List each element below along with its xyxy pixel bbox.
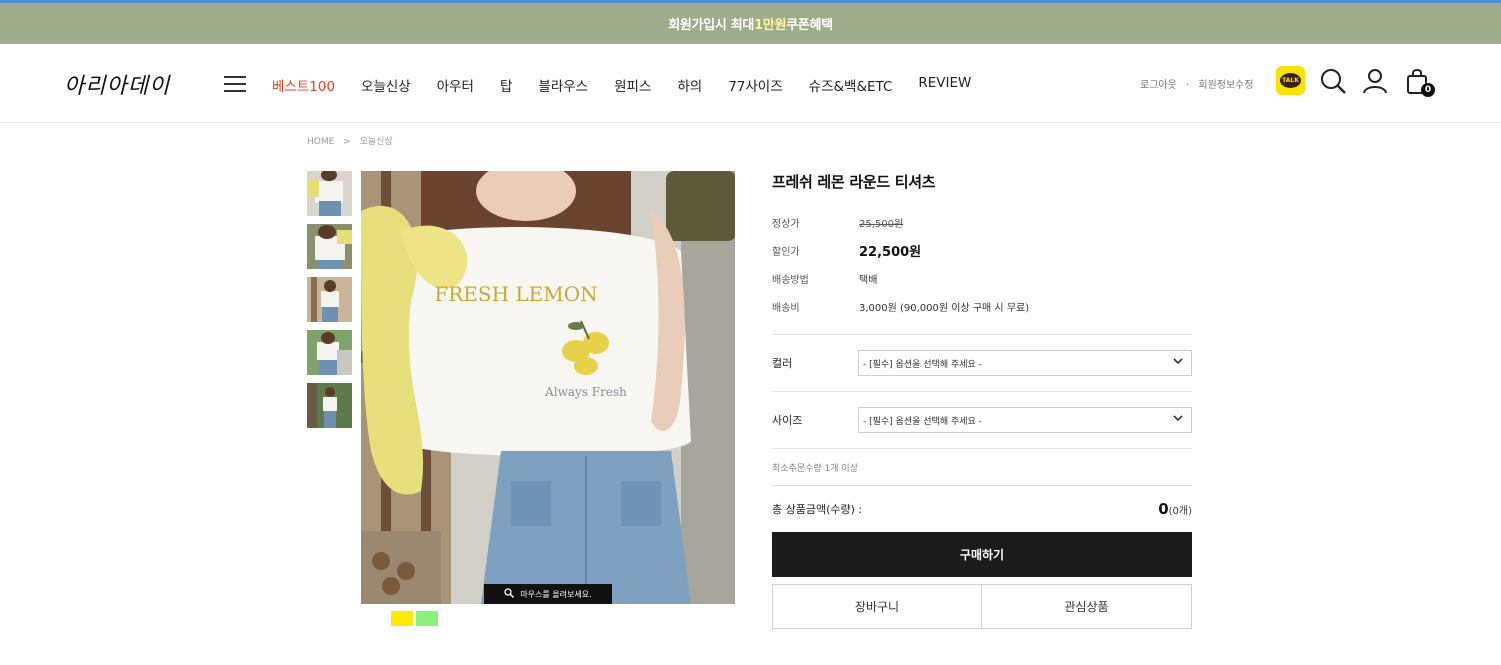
swatch-green[interactable]	[416, 611, 438, 626]
shipping-fee-label: 배송비	[772, 302, 800, 314]
sale-price-value: 22,500원	[859, 244, 922, 260]
thumbnail-1[interactable]	[307, 171, 352, 216]
thumbnail-4[interactable]	[307, 330, 352, 375]
site-header: 아리아데이 베스트100 오늘신상 아우터 탑 블라우스 원피스 하의 77사이…	[0, 44, 1501, 123]
nav-item-top[interactable]: 탑	[500, 75, 512, 95]
add-to-cart-button[interactable]: 장바구니	[772, 584, 982, 629]
total-amount: 0	[1158, 500, 1169, 518]
search-icon[interactable]	[1319, 67, 1347, 95]
regular-price-value: 25,500원	[859, 218, 904, 230]
nav-item-shoes-bag[interactable]: 슈즈&백&ETC	[809, 75, 893, 95]
breadcrumb: HOME > 오늘신상	[307, 134, 393, 147]
main-nav: 베스트100 오늘신상 아우터 탑 블라우스 원피스 하의 77사이즈 슈즈&백…	[272, 75, 997, 95]
total-label: 총 상품금액(수량) :	[772, 503, 863, 516]
shipping-fee-row: 배송비 3,000원 (90,000원 이상 구매 시 무료)	[772, 292, 1192, 320]
total-price-row: 총 상품금액(수량) : 0(0개)	[772, 486, 1192, 532]
shipping-method-row: 배송방법 택배	[772, 264, 1192, 292]
header-icons: TALK 0	[1276, 66, 1435, 97]
option-row-color: 컬러 - [필수] 옵션을 선택해 주세요 -	[772, 335, 1192, 391]
breadcrumb-current[interactable]: 오늘신상	[360, 137, 393, 147]
swatch-yellow[interactable]	[391, 611, 413, 626]
shipping-method-label: 배송방법	[772, 274, 809, 286]
util-links: 로그아웃 · 회원정보수정	[1140, 76, 1254, 91]
shirt-print-subtext: Always Fresh	[544, 385, 627, 399]
talk-label: TALK	[1280, 73, 1301, 88]
nav-item-best100[interactable]: 베스트100	[272, 75, 335, 95]
min-order-note: 최소주문수량 1개 이상	[772, 463, 858, 474]
product-photo: FRESH LEMON Always Fresh	[361, 171, 735, 604]
size-option-label: 사이즈	[772, 414, 803, 427]
banner-highlight: 1만원	[754, 18, 787, 33]
total-count: (0개)	[1168, 506, 1192, 517]
zoom-hint: 마우스를 올려보세요.	[484, 584, 612, 604]
nav-item-new[interactable]: 오늘신상	[361, 75, 411, 95]
shipping-method-value: 택배	[859, 274, 878, 286]
nav-item-review[interactable]: REVIEW	[918, 75, 971, 95]
product-title: 프레쉬 레몬 라운드 티셔츠	[772, 173, 936, 191]
banner-text-post: 쿠폰혜택	[786, 18, 833, 33]
main-product-image[interactable]: FRESH LEMON Always Fresh 마우스를 올려보세요.	[361, 171, 735, 604]
user-icon[interactable]	[1361, 67, 1389, 95]
magnifier-icon	[504, 588, 515, 600]
nav-item-bottom[interactable]: 하의	[677, 75, 702, 95]
size-select[interactable]: - [필수] 옵션을 선택해 주세요 -	[858, 407, 1192, 433]
color-option-label: 컬러	[772, 357, 793, 370]
size-select-value: - [필수] 옵션을 선택해 주세요 -	[863, 416, 982, 427]
sale-price-label: 할인가	[772, 246, 800, 258]
thumbnail-3[interactable]	[307, 277, 352, 322]
buy-button[interactable]: 구매하기	[772, 532, 1192, 577]
shipping-fee-value: 3,000원 (90,000원 이상 구매 시 무료)	[859, 302, 1030, 314]
color-swatches	[391, 611, 438, 626]
color-select[interactable]: - [필수] 옵션을 선택해 주세요 -	[858, 350, 1192, 376]
price-row-sale: 할인가 22,500원	[772, 236, 1192, 264]
regular-price-label: 정상가	[772, 218, 800, 230]
logout-link[interactable]: 로그아웃	[1140, 80, 1177, 91]
cart-icon[interactable]: 0	[1403, 67, 1435, 97]
thumbnail-2[interactable]	[307, 224, 352, 269]
total-value: 0(0개)	[1158, 500, 1192, 518]
kakao-talk-icon[interactable]: TALK	[1276, 66, 1305, 95]
site-logo[interactable]: 아리아데이	[64, 68, 170, 100]
chevron-down-icon	[1173, 358, 1183, 368]
edit-profile-link[interactable]: 회원정보수정	[1198, 80, 1253, 91]
breadcrumb-separator: >	[343, 137, 351, 147]
banner-text-pre: 회원가입시 최대	[668, 18, 755, 33]
promo-banner[interactable]: 회원가입시 최대 1만원 쿠폰혜택	[0, 3, 1501, 44]
util-separator: ·	[1186, 80, 1190, 91]
option-row-size: 사이즈 - [필수] 옵션을 선택해 주세요 -	[772, 392, 1192, 448]
price-row-regular: 정상가 25,500원	[772, 208, 1192, 236]
nav-item-outer[interactable]: 아우터	[437, 75, 474, 95]
wishlist-button[interactable]: 관심상품	[982, 584, 1192, 629]
thumbnail-5[interactable]	[307, 383, 352, 428]
chevron-down-icon	[1173, 415, 1183, 425]
breadcrumb-home[interactable]: HOME	[307, 137, 334, 147]
cart-count-badge: 0	[1421, 82, 1435, 97]
nav-item-onepiece[interactable]: 원피스	[614, 75, 651, 95]
zoom-hint-text: 마우스를 올려보세요.	[520, 589, 592, 599]
nav-item-blouse[interactable]: 블라우스	[538, 75, 588, 95]
nav-item-77size[interactable]: 77사이즈	[728, 75, 782, 95]
thumbnail-list	[307, 171, 352, 436]
secondary-buttons: 장바구니 관심상품	[772, 584, 1192, 629]
shirt-print-text: FRESH LEMON	[434, 282, 597, 306]
hamburger-menu-icon[interactable]	[224, 76, 246, 92]
product-info: 프레쉬 레몬 라운드 티셔츠 정상가 25,500원 할인가 22,500원 배…	[772, 171, 1192, 629]
color-select-value: - [필수] 옵션을 선택해 주세요 -	[863, 359, 982, 370]
